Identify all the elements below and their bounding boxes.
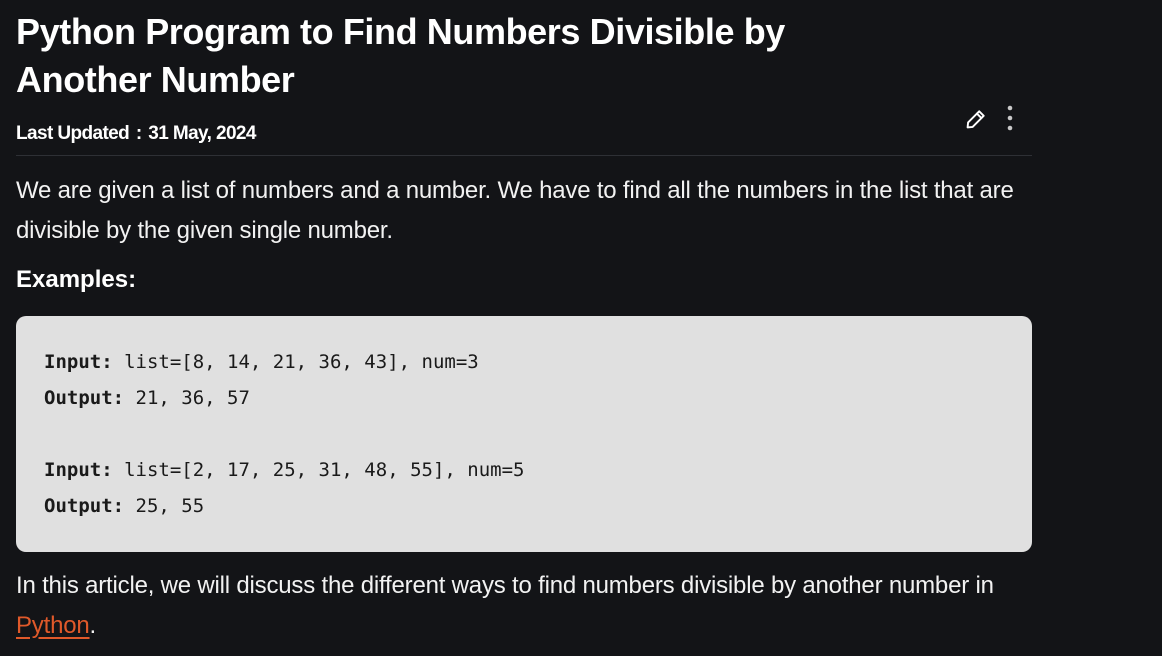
last-updated-date: 31 May, 2024 — [148, 123, 256, 144]
outro-end: . — [89, 612, 97, 639]
outro-paragraph: In this article, we will discuss the dif… — [16, 566, 1032, 646]
example-2-input: Input: list=[2, 17, 25, 31, 48, 55], num… — [44, 452, 1004, 488]
input-value: list=[2, 17, 25, 31, 48, 55], num=5 — [124, 459, 525, 481]
example-1-output: Output: 21, 36, 57 — [44, 380, 1004, 416]
python-link[interactable]: Python — [16, 612, 90, 639]
last-updated: Last Updated : 31 May, 2024 — [16, 122, 256, 146]
code-block: Input: list=[8, 14, 21, 36, 43], num=3 O… — [16, 316, 1032, 552]
example-1-input: Input: list=[8, 14, 21, 36, 43], num=3 — [44, 344, 1004, 380]
examples-heading: Examples: — [16, 266, 137, 293]
output-label: Output: — [44, 495, 125, 517]
page-title: Python Program to Find Numbers Divisible… — [16, 11, 785, 100]
pencil-icon[interactable] — [964, 107, 988, 131]
output-value: 25, 55 — [135, 495, 205, 517]
input-label: Input: — [44, 459, 113, 481]
input-label: Input: — [44, 351, 113, 373]
last-updated-label: Last Updated — [16, 123, 130, 144]
intro-paragraph: We are given a list of numbers and a num… — [16, 177, 1014, 244]
input-value: list=[8, 14, 21, 36, 43], num=3 — [124, 351, 479, 373]
article: Python Program to Find Numbers Divisible… — [16, 0, 1032, 646]
header-divider — [16, 155, 1032, 156]
output-label: Output: — [44, 387, 125, 409]
last-updated-separator: : — [131, 123, 142, 144]
article-meta: Last Updated : 31 May, 2024 — [16, 104, 1032, 146]
more-vertical-icon[interactable] — [998, 104, 1022, 134]
outro-text: In this article, we will discuss the dif… — [16, 572, 994, 599]
output-value: 21, 36, 57 — [135, 387, 250, 409]
example-2-output: Output: 25, 55 — [44, 488, 1004, 524]
